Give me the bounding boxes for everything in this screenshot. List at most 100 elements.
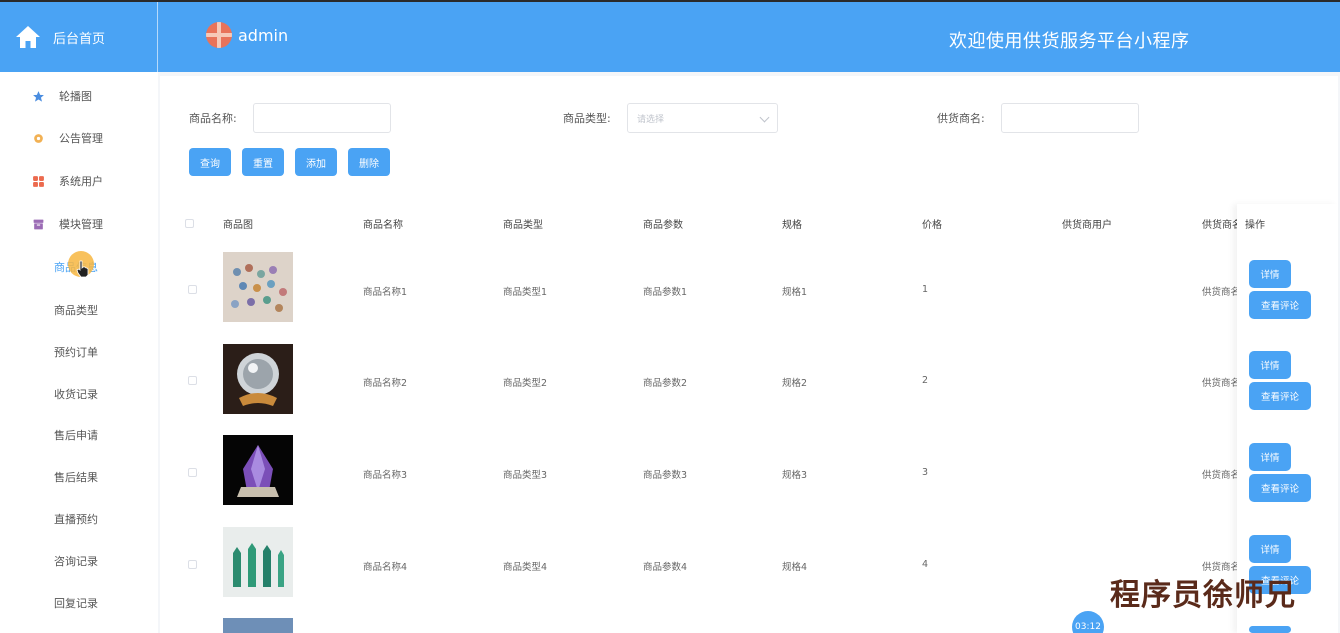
product-image [223,344,293,414]
sidebar-item-carousel[interactable]: 轮播图 [0,81,158,111]
detail-button[interactable]: 详情 [1249,351,1291,379]
product-type-placeholder: 请选择 [637,115,665,125]
col-header-supplier-name: 供货商名 [1202,220,1242,231]
cell-spec: 规格3 [782,470,808,481]
sidebar-sub-label: 咨询记录 [54,555,98,568]
row-checkbox[interactable] [188,285,197,294]
view-comments-button[interactable]: 查看评论 [1249,382,1311,410]
cell-price: 4 [922,559,929,570]
sidebar-item-label: 系统用户 [59,175,103,188]
sidebar-sub-after-sale-apply[interactable]: 售后申请 [0,421,158,449]
user-name: admin [238,25,289,45]
user-info[interactable]: admin [206,22,288,48]
row-checkbox[interactable] [188,560,197,569]
cell-spec: 规格1 [782,287,808,298]
home-link[interactable]: 后台首页 [0,2,158,72]
view-comments-button[interactable]: 查看评论 [1249,474,1311,502]
home-icon [15,25,41,49]
detail-button[interactable] [1249,626,1291,633]
sidebar-sub-after-sale-result[interactable]: 售后结果 [0,463,158,491]
col-header-supplier-user: 供货商用户 [1062,220,1112,231]
cell-name: 商品名称2 [363,378,408,389]
chevron-down-icon [759,112,770,123]
col-header-spec: 规格 [782,220,802,231]
home-label: 后台首页 [53,31,106,47]
sidebar-item-notice[interactable]: 公告管理 [0,123,158,153]
grid-icon [31,174,45,188]
watermark: 程序员徐师兄 [1110,578,1296,613]
product-name-input[interactable] [253,103,391,133]
product-image [223,435,293,505]
cell-price: 1 [922,284,929,295]
cell-spec: 规格2 [782,378,808,389]
pointer-cursor-icon [76,260,90,278]
sidebar-sub-label: 商品类型 [54,304,98,317]
sidebar-item-label: 模块管理 [59,218,103,231]
reset-button[interactable]: 重置 [242,148,284,176]
cell-type: 商品类型2 [503,378,548,389]
col-header-type: 商品类型 [503,220,543,231]
avatar [206,22,232,48]
cell-type: 商品类型4 [503,562,548,573]
sidebar-item-modules[interactable]: 模块管理 [0,209,158,239]
col-header-actions: 操作 [1245,220,1265,231]
gear-icon [31,131,45,145]
sidebar-sub-receipts[interactable]: 收货记录 [0,380,158,408]
sidebar-sub-consult[interactable]: 咨询记录 [0,547,158,575]
supplier-name-label: 供货商名: [937,112,985,125]
product-image [223,618,293,633]
row-checkbox[interactable] [188,376,197,385]
cell-param: 商品参数1 [643,287,688,298]
top-header: 后台首页 admin 欢迎使用供货服务平台小程序 [0,0,1340,72]
cell-price: 3 [922,467,929,478]
star-icon [31,89,45,103]
cell-supplier-name: 供货商名 [1202,378,1241,389]
supplier-name-input[interactable] [1001,103,1139,133]
product-type-select[interactable]: 请选择 [627,103,778,133]
product-name-label: 商品名称: [189,112,237,125]
box-icon [31,217,45,231]
cell-supplier-name: 供货商名 [1202,470,1241,481]
cell-type: 商品类型3 [503,470,548,481]
sidebar: 轮播图 公告管理 系统用户 模块管理 商品信息 商品类型 预约订单 收货记录 售… [0,72,158,633]
cell-supplier-name: 供货商名 [1202,287,1241,298]
sidebar-sub-live-booking[interactable]: 直播预约 [0,505,158,533]
row-checkbox[interactable] [188,468,197,477]
view-comments-button[interactable]: 查看评论 [1249,291,1311,319]
cell-price: 2 [922,375,929,386]
add-button[interactable]: 添加 [295,148,337,176]
cell-type: 商品类型1 [503,287,548,298]
product-image [223,527,293,597]
cell-param: 商品参数3 [643,470,688,481]
cell-spec: 规格4 [782,562,808,573]
cell-name: 商品名称3 [363,470,408,481]
sidebar-sub-label: 直播预约 [54,513,98,526]
site-title: 欢迎使用供货服务平台小程序 [949,31,1190,52]
sidebar-sub-label: 预约订单 [54,346,98,359]
detail-button[interactable]: 详情 [1249,443,1291,471]
app-frame: 后台首页 admin 欢迎使用供货服务平台小程序 轮播图 公告管理 系统用户 模… [0,0,1340,633]
cell-param: 商品参数2 [643,378,688,389]
product-type-label: 商品类型: [563,112,611,125]
main-panel: 商品名称: 商品类型: 请选择 供货商名: 查询 重置 添加 删除 商品图 商品… [160,76,1338,633]
sidebar-item-users[interactable]: 系统用户 [0,166,158,196]
sidebar-item-label: 公告管理 [59,132,103,145]
sidebar-item-label: 轮播图 [59,90,92,103]
detail-button[interactable]: 详情 [1249,260,1291,288]
query-button[interactable]: 查询 [189,148,231,176]
delete-button[interactable]: 删除 [348,148,390,176]
product-image [223,252,293,322]
sidebar-sub-label: 收货记录 [54,388,98,401]
col-header-name: 商品名称 [363,220,403,231]
col-header-param: 商品参数 [643,220,683,231]
detail-button[interactable]: 详情 [1249,535,1291,563]
select-all-checkbox[interactable] [185,219,194,228]
cell-name: 商品名称4 [363,562,408,573]
sidebar-sub-label: 回复记录 [54,597,98,610]
sidebar-sub-orders[interactable]: 预约订单 [0,338,158,366]
sidebar-sub-reply[interactable]: 回复记录 [0,589,158,617]
col-header-image: 商品图 [223,220,253,231]
sidebar-sub-product-type[interactable]: 商品类型 [0,296,158,324]
sidebar-sub-label: 售后申请 [54,429,98,442]
sidebar-sub-label: 售后结果 [54,471,98,484]
